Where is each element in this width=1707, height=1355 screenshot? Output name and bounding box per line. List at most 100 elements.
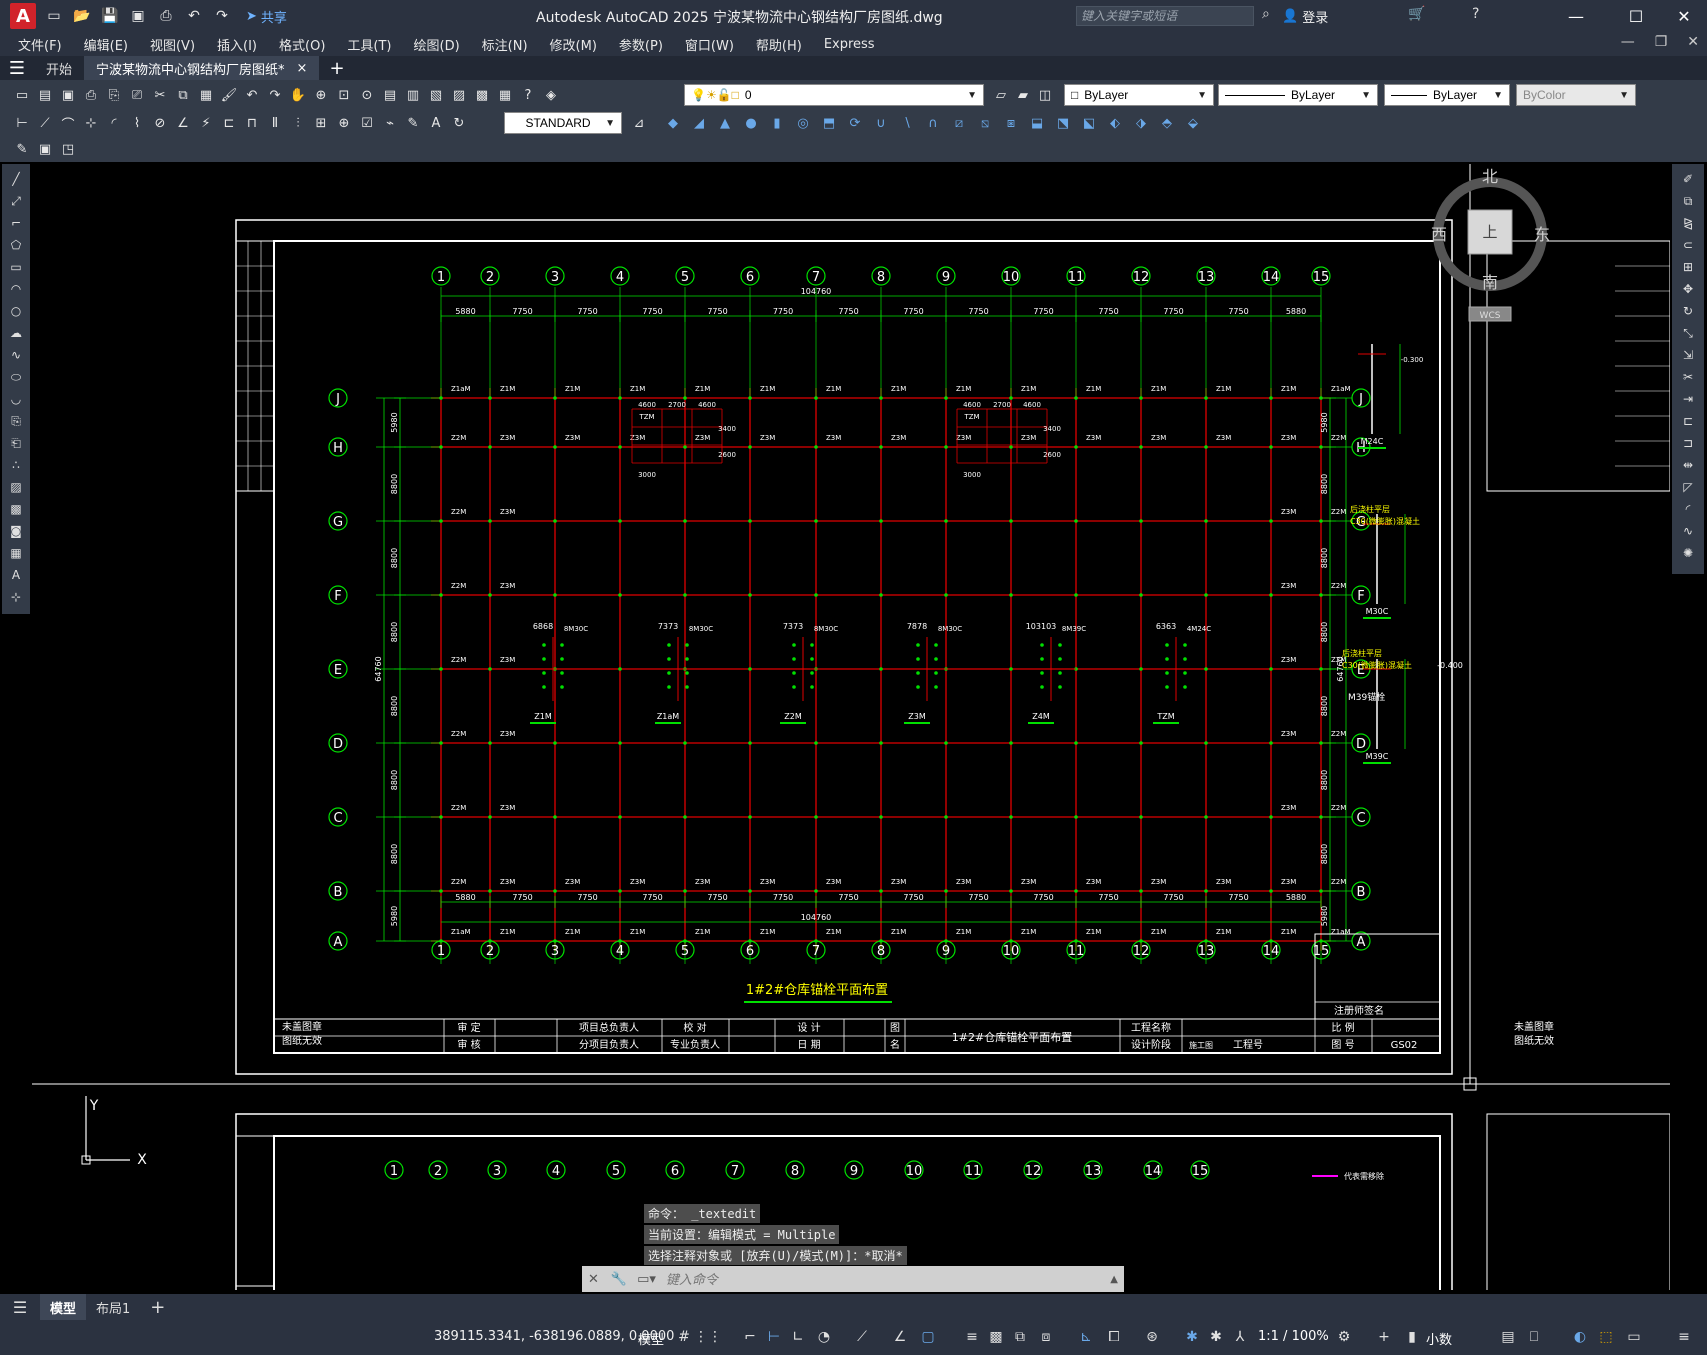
- explode-icon[interactable]: ✺: [1678, 543, 1698, 563]
- zoom-realtime-icon[interactable]: ⊕: [311, 85, 331, 105]
- snap-icon[interactable]: ⋮⋮: [694, 1327, 722, 1347]
- menu-edit[interactable]: 编辑(E): [84, 35, 128, 54]
- menu-parametric[interactable]: 参数(P): [619, 35, 663, 54]
- tab-active-file[interactable]: 宁波某物流中心钢结构厂房图纸* ×: [84, 56, 320, 80]
- search-input[interactable]: 键入关键字或短语: [1076, 6, 1254, 26]
- drawing-canvas[interactable]: 1 1 2 2 3 3 4 4 5 5 6 6 7 7 8 8 9 9 10 10 11 11 12 12 13 13 14 14 15…: [32, 164, 1670, 1290]
- circle-icon[interactable]: ○: [6, 301, 26, 321]
- dynamic-input-icon[interactable]: ⊢: [764, 1327, 784, 1347]
- new-tab-button[interactable]: +: [329, 58, 344, 79]
- make-block-icon[interactable]: ⎗: [6, 433, 26, 453]
- dim-text-edit-icon[interactable]: A: [426, 113, 446, 133]
- trim-icon[interactable]: ✂: [1678, 367, 1698, 387]
- menu-format[interactable]: 格式(O): [279, 35, 325, 54]
- save-as-icon[interactable]: ▣: [128, 6, 148, 26]
- properties-icon[interactable]: ▤: [380, 85, 400, 105]
- auto-scale-icon[interactable]: ✱: [1206, 1327, 1226, 1347]
- edit-attr-icon[interactable]: ✎: [12, 139, 32, 159]
- mirror-icon[interactable]: ⧎: [1678, 213, 1698, 233]
- markup-icon[interactable]: ▩: [472, 85, 492, 105]
- doc-restore-icon[interactable]: ❐: [1655, 34, 1668, 50]
- publish-icon[interactable]: ⎚: [127, 85, 147, 105]
- polygon-icon[interactable]: ⬠: [6, 235, 26, 255]
- save-icon[interactable]: 💾: [100, 6, 120, 26]
- text-style-dropdown[interactable]: STANDARD ▼: [504, 112, 622, 134]
- selection-cycling-icon[interactable]: ⧉: [1010, 1327, 1030, 1347]
- lock-ui-icon[interactable]: ⎕: [1524, 1327, 1544, 1347]
- imprint-icon[interactable]: ⬔: [1053, 113, 1073, 133]
- lineweight-dropdown[interactable]: ByLayer ▼: [1384, 84, 1510, 106]
- extrude-icon[interactable]: ⬒: [819, 113, 839, 133]
- help-icon[interactable]: ?: [1472, 6, 1479, 22]
- object-snap-tracking-icon[interactable]: ∠: [890, 1327, 910, 1347]
- open-file-icon[interactable]: 📂: [72, 6, 92, 26]
- solid-sphere-icon[interactable]: ●: [741, 113, 761, 133]
- check-icon[interactable]: ⬗: [1131, 113, 1151, 133]
- solid-torus-icon[interactable]: ◎: [793, 113, 813, 133]
- chevron-up-icon[interactable]: ▲: [1104, 1274, 1124, 1285]
- diameter-dim-icon[interactable]: ⊘: [150, 113, 170, 133]
- layer-walk-icon[interactable]: ◳: [58, 139, 78, 159]
- redo-icon[interactable]: ↷: [265, 85, 285, 105]
- copy-icon[interactable]: ⧉: [173, 85, 193, 105]
- union-icon[interactable]: ∪: [871, 113, 891, 133]
- zoom-window-icon[interactable]: ⊡: [334, 85, 354, 105]
- annotation-visibility-icon[interactable]: ✱: [1182, 1327, 1202, 1347]
- radius-dim-icon[interactable]: ◜: [104, 113, 124, 133]
- model-space-toggle[interactable]: 模型: [638, 1329, 664, 1348]
- separate-icon[interactable]: ⬕: [1079, 113, 1099, 133]
- zoom-previous-icon[interactable]: ⊙: [357, 85, 377, 105]
- layer-dropdown[interactable]: 💡☀🔓□ 0 ▼: [684, 84, 984, 106]
- insert-block-icon[interactable]: ⎘: [6, 411, 26, 431]
- customize-command-icon[interactable]: 🔧: [605, 1272, 633, 1287]
- minimize-button[interactable]: —: [1556, 4, 1596, 28]
- selection-filter-icon[interactable]: ⧠: [1104, 1327, 1124, 1347]
- break-at-point-icon[interactable]: ⊏: [1678, 411, 1698, 431]
- point-icon[interactable]: ∴: [6, 455, 26, 475]
- qnew-icon[interactable]: ▭: [12, 85, 32, 105]
- transparency-icon[interactable]: ▩: [986, 1327, 1006, 1347]
- revolve-icon[interactable]: ⟳: [845, 113, 865, 133]
- object-snap-icon[interactable]: ▢: [918, 1327, 938, 1347]
- tab-model[interactable]: 模型: [40, 1294, 87, 1320]
- maximize-button[interactable]: ☐: [1616, 4, 1656, 28]
- redo-icon[interactable]: ↷: [212, 6, 232, 26]
- section-icon[interactable]: ⧅: [975, 113, 995, 133]
- cut-icon[interactable]: ✂: [150, 85, 170, 105]
- line-icon[interactable]: ╱: [6, 169, 26, 189]
- annotation-scale-icon[interactable]: ⅄: [1230, 1327, 1250, 1347]
- plotstyle-dropdown[interactable]: ByColor ▼: [1516, 84, 1636, 106]
- save-icon[interactable]: ▣: [58, 85, 78, 105]
- preview-icon[interactable]: ⎘: [104, 85, 124, 105]
- menu-help[interactable]: 帮助(H): [756, 35, 802, 54]
- cart-icon[interactable]: 🛒: [1408, 6, 1425, 22]
- lineweight-icon[interactable]: ≡: [962, 1327, 982, 1347]
- hardware-acceleration-icon[interactable]: ⬚: [1596, 1327, 1616, 1347]
- array-icon[interactable]: ⊞: [1678, 257, 1698, 277]
- close-button[interactable]: ✕: [1664, 4, 1704, 28]
- layer-states-icon[interactable]: ◫: [1035, 85, 1055, 105]
- menu-insert[interactable]: 插入(I): [217, 35, 257, 54]
- angular-dim-icon[interactable]: ∠: [173, 113, 193, 133]
- stretch-icon[interactable]: ⇲: [1678, 345, 1698, 365]
- clean-icon[interactable]: ⬖: [1105, 113, 1125, 133]
- break-icon[interactable]: ⊐: [1678, 433, 1698, 453]
- new-file-icon[interactable]: ▭: [44, 6, 64, 26]
- dim-break-icon[interactable]: ⫶: [288, 113, 308, 133]
- spline-icon[interactable]: ∿: [6, 345, 26, 365]
- match-properties-icon[interactable]: 🖌: [219, 85, 239, 105]
- solid-cylinder-icon[interactable]: ▮: [767, 113, 787, 133]
- flatshot-icon[interactable]: ⬙: [1183, 113, 1203, 133]
- layer-properties-icon[interactable]: ◈: [541, 85, 561, 105]
- doc-close-icon[interactable]: ✕: [1687, 34, 1699, 50]
- solid-box-icon[interactable]: ◆: [663, 113, 683, 133]
- menu-dimension[interactable]: 标注(N): [482, 35, 528, 54]
- ordinate-dim-icon[interactable]: ⊹: [81, 113, 101, 133]
- close-command-icon[interactable]: ✕: [582, 1272, 605, 1287]
- ellipse-icon[interactable]: ⬭: [6, 367, 26, 387]
- units-value[interactable]: 小数: [1426, 1329, 1452, 1348]
- rotate-icon[interactable]: ↻: [1678, 301, 1698, 321]
- polar-icon[interactable]: ◔: [814, 1327, 834, 1347]
- linear-dim-icon[interactable]: ⊢: [12, 113, 32, 133]
- slice-icon[interactable]: ⧄: [949, 113, 969, 133]
